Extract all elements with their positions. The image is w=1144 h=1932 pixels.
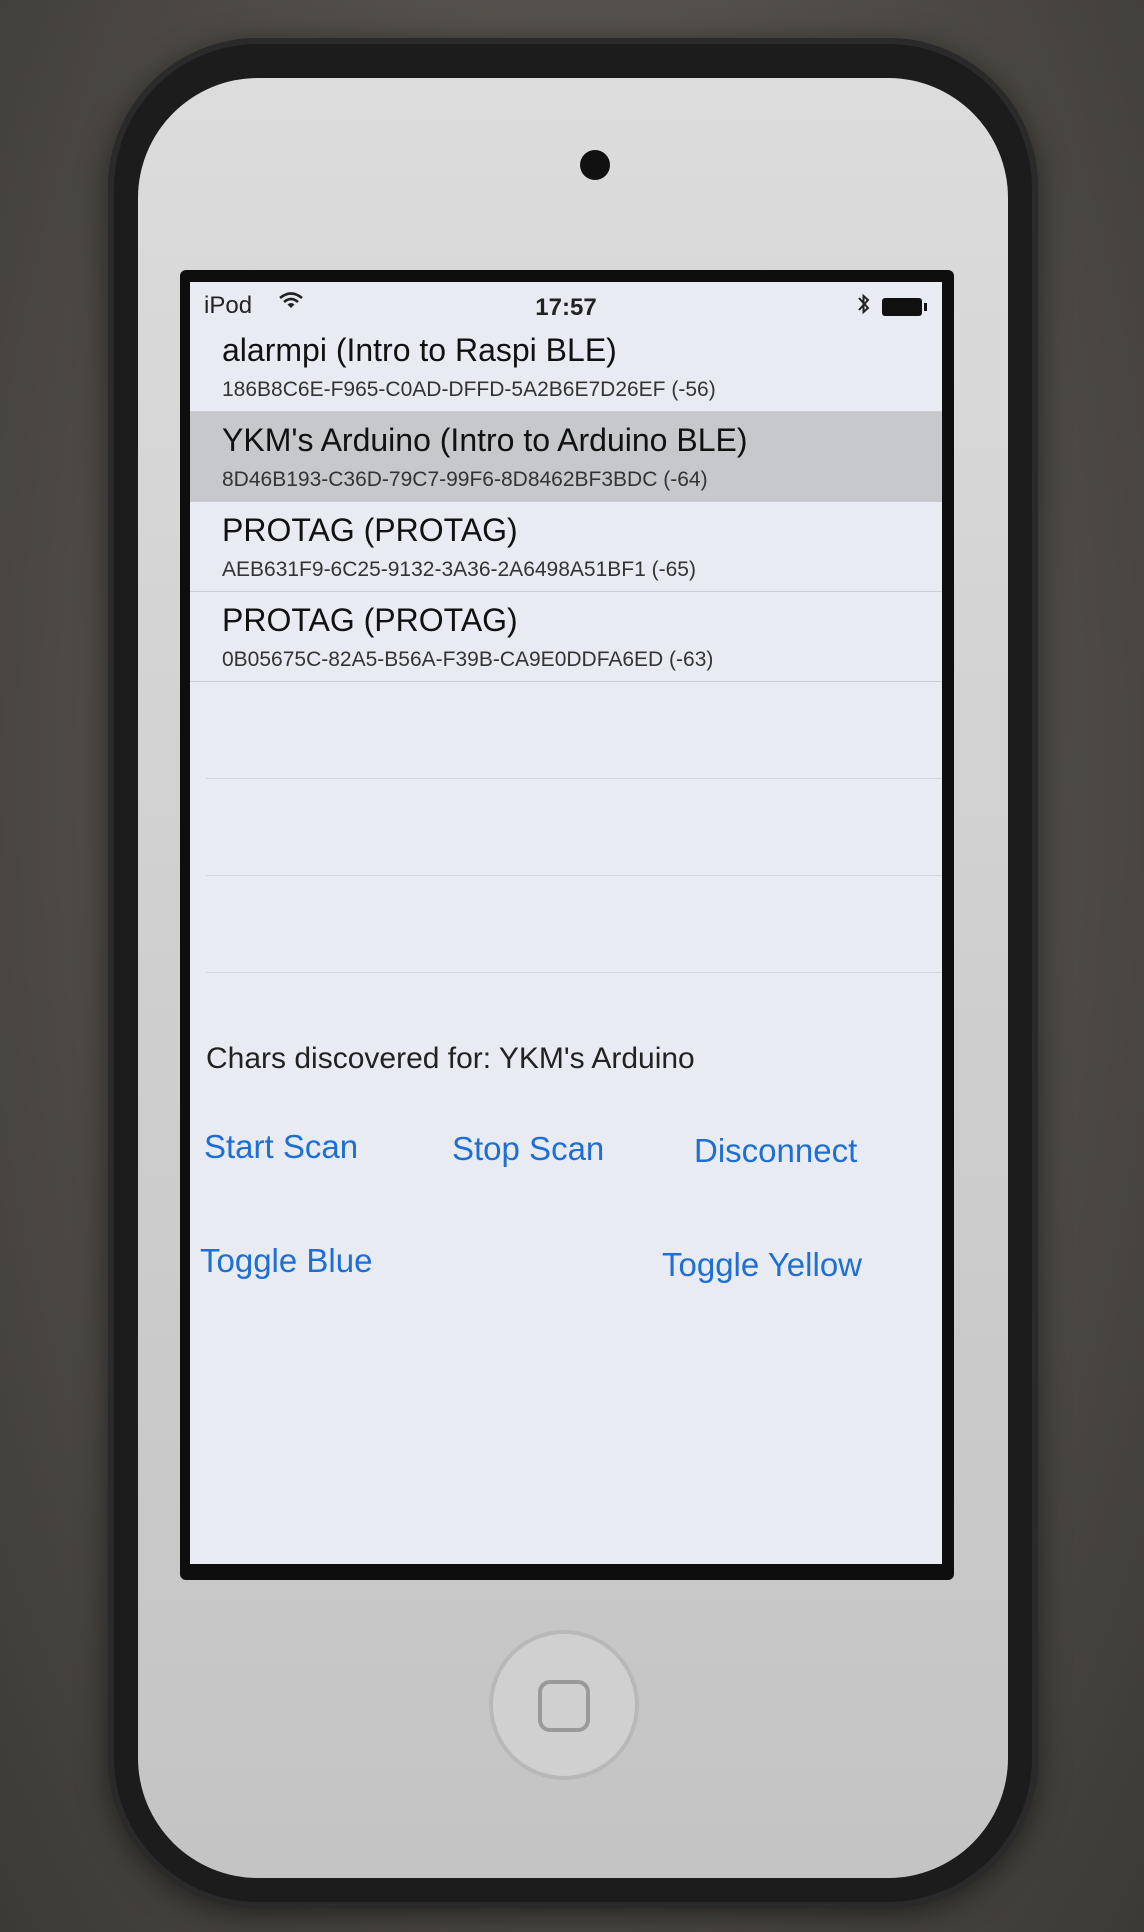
device-name: PROTAG (PROTAG) — [222, 602, 518, 638]
empty-row — [206, 876, 942, 973]
device-id: 8D46B193-C36D-79C7-99F6-8D8462BF3BDC (-6… — [222, 468, 708, 491]
home-square-icon — [538, 1680, 590, 1732]
disconnect-button[interactable]: Disconnect — [694, 1132, 857, 1170]
device-name: PROTAG (PROTAG) — [222, 512, 518, 548]
device-row[interactable]: alarmpi (Intro to Raspi BLE) 186B8C6E-F9… — [190, 322, 942, 412]
toggle-blue-button[interactable]: Toggle Blue — [200, 1242, 372, 1280]
device-row[interactable]: PROTAG (PROTAG) AEB631F9-6C25-9132-3A36-… — [190, 502, 942, 592]
start-scan-button[interactable]: Start Scan — [204, 1128, 358, 1166]
toggle-yellow-button[interactable]: Toggle Yellow — [662, 1246, 862, 1284]
status-time: 17:57 — [535, 294, 597, 321]
device-name: alarmpi (Intro to Raspi BLE) — [222, 332, 617, 368]
device-row[interactable]: PROTAG (PROTAG) 0B05675C-82A5-B56A-F39B-… — [190, 592, 942, 682]
device-list: alarmpi (Intro to Raspi BLE) 186B8C6E-F9… — [190, 322, 942, 973]
empty-row — [206, 779, 942, 876]
device-id: AEB631F9-6C25-9132-3A36-2A6498A51BF1 (-6… — [222, 558, 696, 581]
device-id: 0B05675C-82A5-B56A-F39B-CA9E0DDFA6ED (-6… — [222, 648, 714, 671]
bluetooth-icon — [856, 292, 872, 323]
chars-discovered-label: Chars discovered for: YKM's Arduino — [206, 1042, 695, 1075]
device-name: YKM's Arduino (Intro to Arduino BLE) — [222, 422, 748, 458]
device-id: 186B8C6E-F965-C0AD-DFFD-5A2B6E7D26EF (-5… — [222, 378, 716, 401]
battery-icon — [882, 298, 927, 316]
empty-row — [206, 682, 942, 779]
stop-scan-button[interactable]: Stop Scan — [452, 1130, 604, 1168]
phone-screen: iPod 17:57 alarmpi (Intro to Raspi BLE) … — [190, 282, 942, 1564]
device-row-selected[interactable]: YKM's Arduino (Intro to Arduino BLE) 8D4… — [190, 412, 942, 502]
front-camera — [580, 150, 610, 180]
status-bar: iPod 17:57 — [190, 282, 942, 322]
